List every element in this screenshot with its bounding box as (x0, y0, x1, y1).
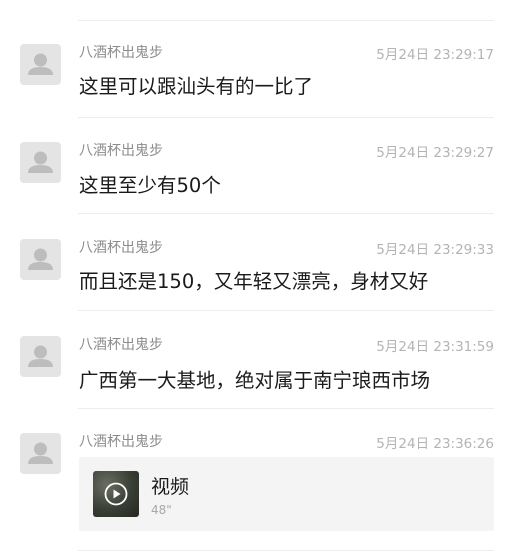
message-text: 而且还是150，又年轻又漂亮，身材又好 (79, 270, 429, 293)
divider (78, 550, 494, 551)
sender-name: 八酒杯出鬼步 (79, 143, 163, 159)
avatar[interactable] (20, 336, 61, 377)
sender-name: 八酒杯出鬼步 (79, 337, 163, 353)
default-user-icon (28, 442, 53, 464)
video-thumbnail[interactable] (93, 471, 139, 517)
video-card[interactable]: 视频 48" (79, 457, 494, 531)
divider (78, 310, 494, 311)
default-user-icon (28, 248, 53, 270)
default-user-icon (28, 345, 53, 367)
default-user-icon (28, 53, 53, 75)
sender-name: 八酒杯出鬼步 (79, 45, 163, 61)
divider (78, 20, 494, 21)
avatar[interactable] (20, 44, 61, 85)
avatar[interactable] (20, 239, 61, 280)
message-time: 5月24日 23:36:26 (376, 436, 494, 452)
sender-name: 八酒杯出鬼步 (79, 240, 163, 256)
play-circle-icon[interactable] (104, 482, 128, 506)
video-title: 视频 (151, 476, 190, 498)
message-time: 5月24日 23:31:59 (376, 339, 494, 355)
message-text: 这里至少有50个 (79, 174, 221, 197)
divider (78, 213, 494, 214)
message-text: 广西第一大基地，绝对属于南宁琅西市场 (79, 369, 431, 392)
default-user-icon (28, 151, 53, 173)
message-text: 这里可以跟汕头有的一比了 (79, 75, 314, 98)
avatar[interactable] (20, 142, 61, 183)
divider (78, 408, 494, 409)
divider (78, 117, 494, 118)
message-time: 5月24日 23:29:27 (376, 145, 494, 161)
message-time: 5月24日 23:29:17 (376, 47, 494, 63)
video-duration: 48" (151, 503, 172, 517)
message-time: 5月24日 23:29:33 (376, 242, 494, 258)
avatar[interactable] (20, 433, 61, 474)
sender-name: 八酒杯出鬼步 (79, 434, 163, 450)
